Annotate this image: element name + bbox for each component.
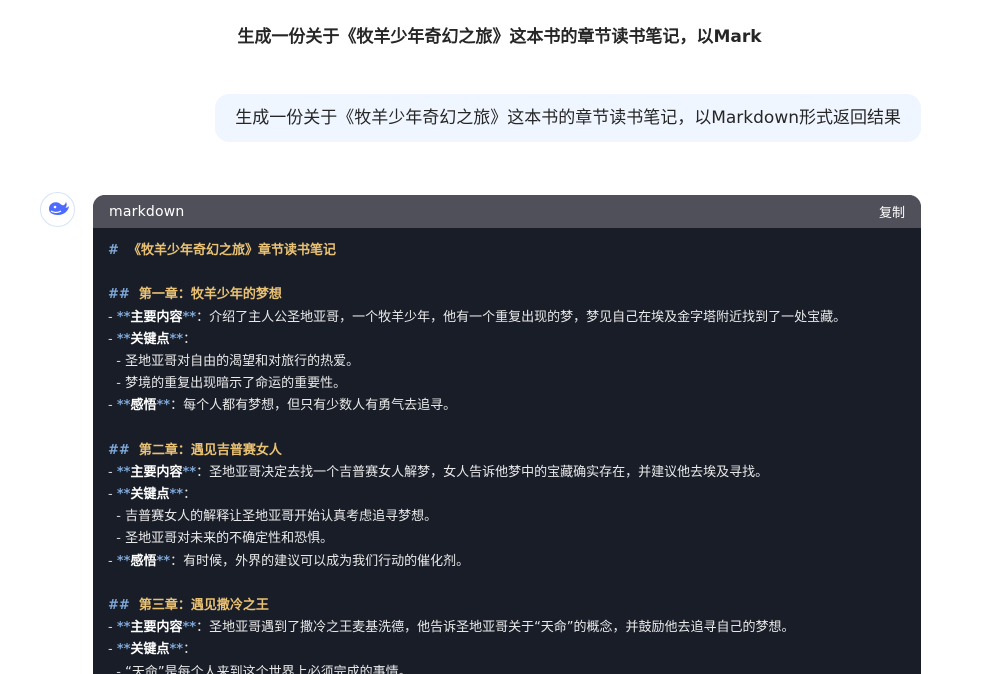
bold-marker: **: [182, 309, 197, 325]
heading-text: 第三章：遇见撒冷之王: [138, 598, 269, 613]
bold-text: 主要内容: [130, 309, 183, 325]
bold-text: 主要内容: [130, 620, 183, 636]
list-dash: -: [108, 309, 117, 325]
heading-marker: ##: [108, 442, 139, 458]
heading-marker: ##: [108, 598, 139, 613]
user-message-bubble: 生成一份关于《牧羊少年奇幻之旅》这本书的章节读书笔记，以Markdown形式返回…: [215, 94, 921, 142]
bold-marker: **: [116, 553, 131, 569]
bold-marker: **: [182, 464, 197, 480]
bold-marker: **: [169, 487, 184, 503]
item-text: ：有时候，外界的建议可以成为我们行动的催化剂。: [170, 553, 470, 569]
bold-text: 关键点: [130, 331, 170, 347]
item-text: 圣地亚哥对自由的渴望和对旅行的热爱。: [125, 353, 360, 369]
bold-text: 关键点: [130, 487, 170, 503]
list-dash: -: [108, 531, 126, 547]
bold-marker: **: [116, 398, 131, 414]
code-line-list-item: - **主要内容**：圣地亚哥决定去找一个吉普赛女人解梦，女人告诉他梦中的宝藏确…: [108, 462, 906, 484]
heading-marker: ##: [108, 287, 139, 303]
list-dash: -: [108, 353, 126, 369]
code-line-list-item: - **关键点**：: [108, 639, 906, 661]
bold-marker: **: [169, 642, 184, 658]
code-body: # 《牧羊少年奇幻之旅》章节读书笔记 ## 第一章：牧羊少年的梦想 - **主要内容…: [93, 228, 921, 674]
list-dash: -: [108, 620, 117, 636]
assistant-avatar: [40, 192, 75, 227]
bold-text: 感悟: [130, 553, 157, 569]
bold-marker: **: [116, 331, 131, 347]
item-text: 圣地亚哥对未来的不确定性和恐惧。: [125, 531, 334, 547]
code-block-header: markdown 复制: [93, 195, 921, 228]
item-text: ：: [183, 331, 197, 347]
list-dash: -: [108, 331, 117, 347]
item-text: ：圣地亚哥决定去找一个吉普赛女人解梦，女人告诉他梦中的宝藏确实存在，并建议他去埃…: [196, 464, 769, 480]
item-text: ：每个人都有梦想，但只有少数人有勇气去追寻。: [170, 398, 457, 414]
conversation-title: 生成一份关于《牧羊少年奇幻之旅》这本书的章节读书笔记，以Mark: [237, 27, 762, 47]
item-text: ：介绍了主人公圣地亚哥，一个牧羊少年，他有一个重复出现的梦，梦见自己在埃及金字塔…: [196, 309, 847, 325]
heading-marker: #: [108, 243, 128, 258]
list-dash: -: [108, 487, 117, 503]
heading-text: 第一章：牧羊少年的梦想: [138, 287, 282, 303]
code-line-heading: ## 第一章：牧羊少年的梦想: [108, 284, 906, 306]
code-line-sub-item: - “天命”是每个人来到这个世界上必须完成的事情。: [108, 662, 906, 674]
code-line-list-item: - **感悟**：每个人都有梦想，但只有少数人有勇气去追寻。: [108, 395, 906, 417]
bold-text: 关键点: [130, 642, 170, 658]
list-dash: -: [108, 376, 126, 392]
list-dash: -: [108, 664, 126, 674]
code-line-sub-item: - 吉普赛女人的解释让圣地亚哥开始认真考虑追寻梦想。: [108, 506, 906, 528]
item-text: ：圣地亚哥遇到了撒冷之王麦基洗德，他告诉圣地亚哥关于“天命”的概念，并鼓励他去追…: [196, 620, 795, 636]
code-line-heading: ## 第二章：遇见吉普赛女人: [108, 440, 906, 462]
code-line-list-item: - **关键点**：: [108, 329, 906, 351]
heading-text: 《牧羊少年奇幻之旅》章节读书笔记: [127, 243, 336, 258]
code-line-heading: # 《牧羊少年奇幻之旅》章节读书笔记: [108, 240, 906, 262]
item-text: 吉普赛女人的解释让圣地亚哥开始认真考虑追寻梦想。: [125, 509, 438, 525]
item-text: ：: [183, 642, 197, 658]
chat-page: 生成一份关于《牧羊少年奇幻之旅》这本书的章节读书笔记，以Mark 生成一份关于《…: [0, 0, 999, 674]
bold-marker: **: [169, 331, 184, 347]
code-line-sub-item: - 梦境的重复出现暗示了命运的重要性。: [108, 373, 906, 395]
item-text: ：: [183, 487, 197, 503]
bold-text: 感悟: [130, 398, 157, 414]
whale-logo-icon: [46, 198, 70, 222]
bold-marker: **: [116, 642, 131, 658]
code-block: markdown 复制 # 《牧羊少年奇幻之旅》章节读书笔记 ## 第一章：牧羊少…: [93, 195, 921, 674]
code-line-heading: ## 第三章：遇见撒冷之王: [108, 595, 906, 617]
bold-marker: **: [116, 487, 131, 503]
list-dash: -: [108, 553, 117, 569]
bold-marker: **: [116, 309, 131, 325]
bold-marker: **: [116, 464, 131, 480]
code-line-list-item: - **主要内容**：圣地亚哥遇到了撒冷之王麦基洗德，他告诉圣地亚哥关于“天命”…: [108, 617, 906, 639]
copy-button[interactable]: 复制: [879, 202, 905, 221]
list-dash: -: [108, 509, 126, 525]
bold-marker: **: [156, 553, 171, 569]
bold-marker: **: [156, 398, 171, 414]
list-dash: -: [108, 398, 117, 414]
code-line-list-item: - **主要内容**：介绍了主人公圣地亚哥，一个牧羊少年，他有一个重复出现的梦，…: [108, 307, 906, 329]
code-line-sub-item: - 圣地亚哥对未来的不确定性和恐惧。: [108, 528, 906, 550]
bold-marker: **: [182, 620, 197, 636]
code-line-sub-item: - 圣地亚哥对自由的渴望和对旅行的热爱。: [108, 351, 906, 373]
list-dash: -: [108, 464, 117, 480]
list-dash: -: [108, 642, 117, 658]
bold-text: 主要内容: [130, 464, 183, 480]
item-text: 梦境的重复出现暗示了命运的重要性。: [125, 376, 347, 392]
heading-text: 第二章：遇见吉普赛女人: [138, 442, 282, 458]
code-line-list-item: - **关键点**：: [108, 484, 906, 506]
item-text: “天命”是每个人来到这个世界上必须完成的事情。: [125, 664, 412, 674]
bold-marker: **: [116, 620, 131, 636]
code-language-label: markdown: [109, 203, 185, 220]
code-line-list-item: - **感悟**：有时候，外界的建议可以成为我们行动的催化剂。: [108, 551, 906, 573]
